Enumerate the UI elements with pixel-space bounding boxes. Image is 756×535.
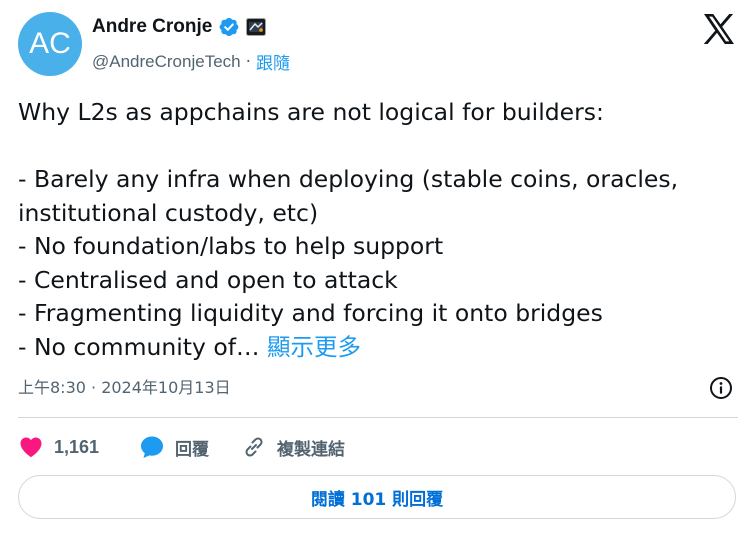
avatar[interactable]: AC [18,12,82,76]
link-icon [245,437,263,457]
reply-bubble-icon [141,436,164,458]
tweet-body: Why L2s as appchains are not logical for… [18,98,679,361]
read-replies-label: 閱讀 101 則回覆 [310,489,444,510]
reply-label: 回覆 [175,439,210,460]
author-name-row: Andre Cronje [92,16,267,38]
show-more-link[interactable]: 顯示更多 [267,333,361,361]
tweet-text: Why L2s as appchains are not logical for… [18,96,738,364]
copy-link-button[interactable]: 複製連結 [241,434,345,460]
verified-badge-icon[interactable] [218,16,240,38]
author-handle-row: @AndreCronjeTech · 跟隨 [92,49,290,75]
follow-button[interactable]: 跟隨 [256,49,290,74]
affiliate-badge-icon[interactable] [246,18,267,36]
copy-link-label: 複製連結 [277,439,346,460]
author-handle[interactable]: @AndreCronjeTech [92,52,241,72]
like-count: 1,161 [54,436,100,457]
author-display-name[interactable]: Andre Cronje [92,16,212,38]
tweet-timestamp[interactable]: 上午8:30 · 2024年10月13日 [18,374,231,398]
reply-button[interactable]: 回覆 [139,434,209,460]
info-icon[interactable] [709,376,733,400]
like-button[interactable]: 1,161 [18,434,99,460]
heart-icon [20,437,42,458]
read-replies-button[interactable]: 閱讀 101 則回覆 [18,475,736,519]
divider [18,417,738,418]
action-bar: 1,161 回覆 複製連結 [18,430,377,464]
separator-dot: · [245,51,252,72]
x-logo-icon[interactable] [703,14,735,44]
